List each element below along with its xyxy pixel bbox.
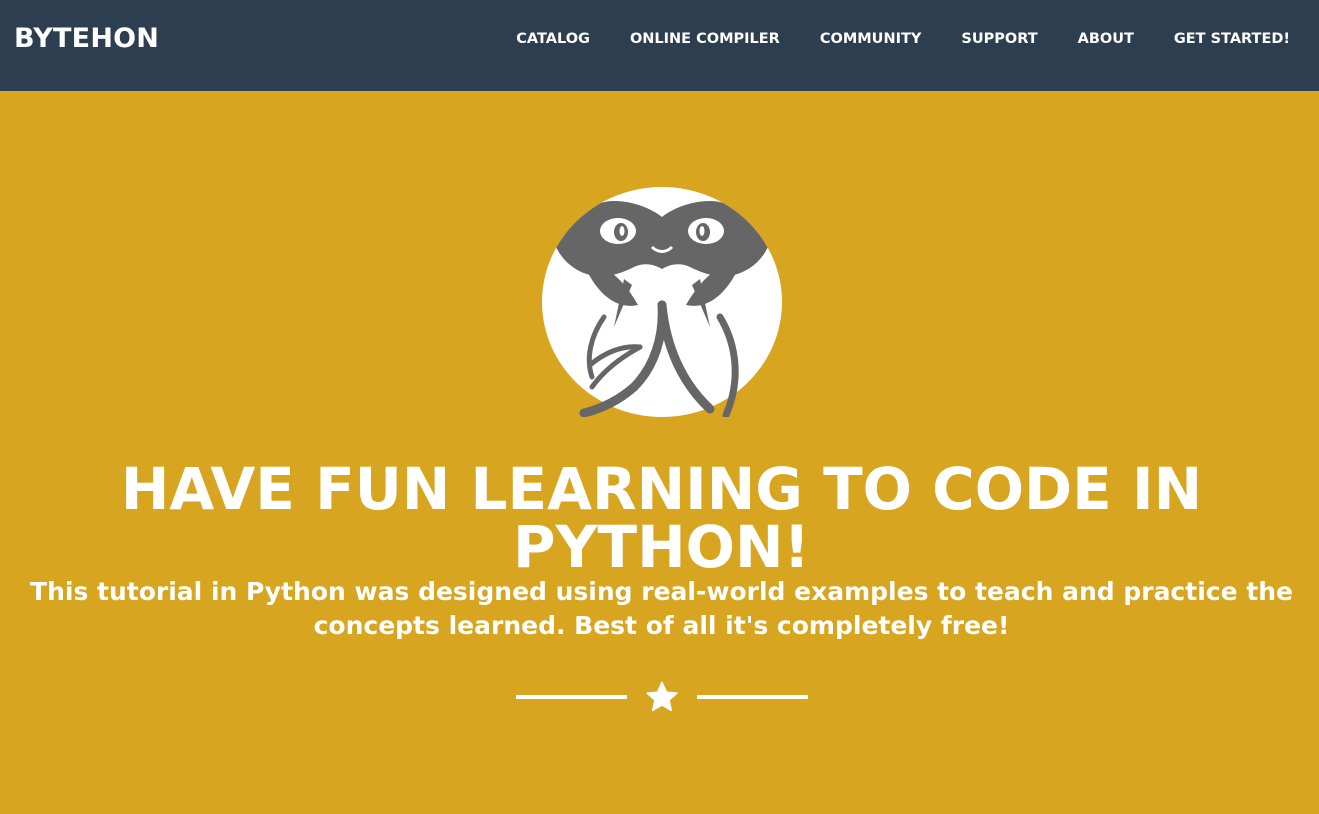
divider-line-left bbox=[516, 695, 627, 699]
masthead: HAVE FUN LEARNING TO CODE IN PYTHON! Thi… bbox=[0, 91, 1319, 814]
nav-item-about: ABOUT bbox=[1078, 28, 1134, 49]
python-snake-icon bbox=[542, 187, 782, 417]
nav-link-catalog[interactable]: CATALOG bbox=[516, 31, 590, 47]
nav-item-support: SUPPORT bbox=[961, 28, 1037, 49]
masthead-heading: HAVE FUN LEARNING TO CODE IN PYTHON! bbox=[120, 455, 1203, 581]
nav-item-community: COMMUNITY bbox=[820, 28, 922, 49]
divider-line-right bbox=[697, 695, 808, 699]
nav-item-online-compiler: ONLINE COMPILER bbox=[630, 28, 780, 49]
nav-link-community[interactable]: COMMUNITY bbox=[820, 31, 922, 47]
star-divider bbox=[516, 679, 808, 715]
nav-item-get-started: GET STARTED! bbox=[1174, 28, 1290, 49]
nav-link-get-started[interactable]: GET STARTED! bbox=[1174, 31, 1290, 47]
masthead-subheading: This tutorial in Python was designed usi… bbox=[30, 577, 1293, 640]
nav-link-support[interactable]: SUPPORT bbox=[961, 31, 1037, 47]
nav-links: CATALOG ONLINE COMPILER COMMUNITY SUPPOR… bbox=[516, 28, 1290, 49]
brand-logo-link[interactable]: BYTEHON bbox=[14, 20, 159, 58]
page: BYTEHON CATALOG ONLINE COMPILER COMMUNIT… bbox=[0, 0, 1319, 814]
navbar: BYTEHON CATALOG ONLINE COMPILER COMMUNIT… bbox=[0, 0, 1319, 91]
nav-link-online-compiler[interactable]: ONLINE COMPILER bbox=[630, 31, 780, 47]
nav-item-catalog: CATALOG bbox=[516, 28, 590, 49]
star-icon bbox=[646, 681, 678, 712]
nav-link-about[interactable]: ABOUT bbox=[1078, 31, 1134, 47]
